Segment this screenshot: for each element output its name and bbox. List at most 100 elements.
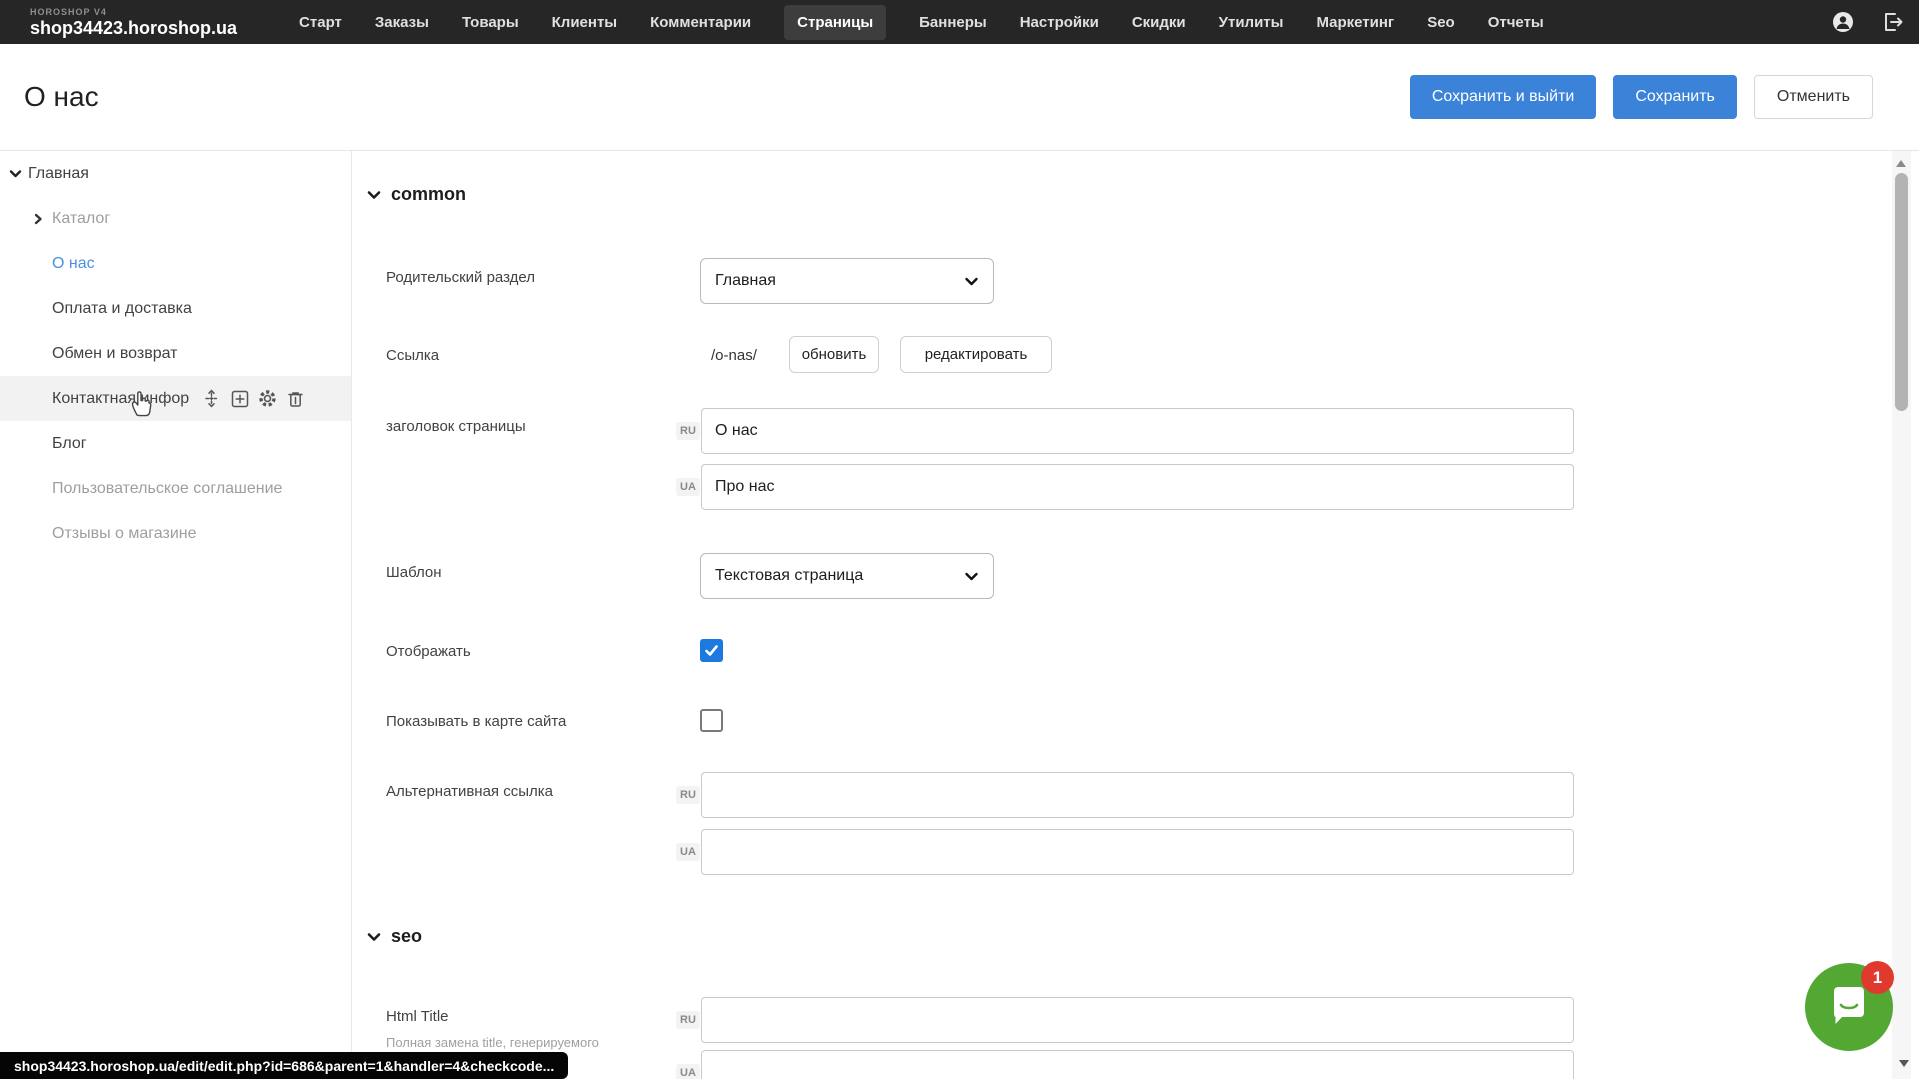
chevron-down-icon (367, 188, 381, 202)
chevron-down-icon[interactable] (9, 167, 22, 180)
tree-item-label: Обмен и возврат (52, 345, 177, 363)
add-page-icon[interactable] (230, 389, 249, 408)
trash-icon[interactable] (286, 389, 305, 408)
tree-item-otzyvy[interactable]: Отзывы о магазине (0, 511, 351, 556)
link-label: Ссылка (386, 347, 439, 364)
html-title-ru-input[interactable] (701, 997, 1574, 1043)
tree-item-label: Оплата и доставка (52, 300, 192, 318)
chevron-down-icon (367, 930, 381, 944)
tree-item-katalog[interactable]: Каталог (0, 196, 351, 241)
tree-item-actions (202, 389, 305, 408)
sitemap-checkbox[interactable] (700, 709, 723, 732)
nav-item-pages[interactable]: Страницы (784, 5, 886, 40)
lang-tag-ru: RU (676, 422, 700, 440)
check-icon (704, 643, 719, 658)
tree-item-kontaktnaya[interactable]: Контактная инфор (0, 376, 351, 421)
tree-item-label: Блог (52, 435, 87, 453)
nav-item-settings[interactable]: Настройки (1020, 5, 1099, 40)
nav-item-marketing[interactable]: Маркетинг (1316, 5, 1394, 40)
nav-item-orders[interactable]: Заказы (375, 5, 429, 40)
nav-item-products[interactable]: Товары (462, 5, 519, 40)
alt-link-ua-row: UA (676, 829, 1574, 875)
tree-item-oplata[interactable]: Оплата и доставка (0, 286, 351, 331)
brand[interactable]: HOROSHOP V4 shop34423.horoshop.ua (30, 8, 237, 37)
nav-item-utilities[interactable]: Утилиты (1219, 5, 1284, 40)
alt-link-ru-row: RU (676, 772, 1574, 818)
save-button[interactable]: Сохранить (1613, 75, 1737, 119)
alt-link-ru-input[interactable] (701, 772, 1574, 818)
nav-item-discounts[interactable]: Скидки (1132, 5, 1186, 40)
alt-link-label: Альтернативная ссылка (386, 783, 553, 800)
tree-item-glavnaya[interactable]: Главная (0, 151, 351, 196)
nav-item-comments[interactable]: Комментарии (650, 5, 751, 40)
tree-item-obmen[interactable]: Обмен и возврат (0, 331, 351, 376)
template-value: Текстовая страница (715, 567, 863, 585)
vertical-scrollbar[interactable] (1892, 151, 1911, 1079)
chevron-down-icon (964, 274, 979, 289)
link-path-value: /o-nas/ (711, 347, 757, 364)
html-title-label: Html Title (386, 1008, 449, 1025)
nav-item-reports[interactable]: Отчеты (1488, 5, 1544, 40)
page-title-ru-row: RU (676, 408, 1574, 454)
tree-item-label: Пользовательское соглашение (52, 480, 282, 498)
gear-icon[interactable] (258, 389, 277, 408)
page-header: О нас Сохранить и выйти Сохранить Отмени… (0, 44, 1919, 151)
scrollbar-thumb[interactable] (1895, 173, 1908, 411)
scroll-down-arrow-icon[interactable] (1899, 1060, 1909, 1067)
tree-item-label: Каталог (52, 210, 110, 228)
page-title-ru-input[interactable] (701, 408, 1574, 454)
top-bar: HOROSHOP V4 shop34423.horoshop.ua Старт … (0, 0, 1919, 44)
display-checkbox[interactable] (700, 639, 723, 662)
tree-item-label: О нас (52, 255, 95, 273)
tree-item-label: Главная (28, 165, 89, 183)
link-refresh-button[interactable]: обновить (789, 336, 879, 373)
main-nav: Старт Заказы Товары Клиенты Комментарии … (299, 5, 1544, 40)
brand-domain: shop34423.horoshop.ua (30, 19, 237, 37)
nav-item-clients[interactable]: Клиенты (552, 5, 617, 40)
scroll-up-arrow-icon[interactable] (1896, 160, 1906, 167)
brand-version: HOROSHOP V4 (30, 8, 237, 17)
chevron-down-icon (964, 569, 979, 584)
account-icon[interactable] (1831, 10, 1855, 34)
html-title-hint: Полная замена title, генерируемого (386, 1035, 599, 1050)
display-label: Отображать (386, 643, 471, 660)
page-title-ua-row: UA (676, 464, 1574, 510)
nav-item-start[interactable]: Старт (299, 5, 342, 40)
topbar-right (1831, 10, 1905, 34)
link-preview-statusbar: shop34423.horoshop.ua/edit/edit.php?id=6… (0, 1052, 568, 1079)
template-label: Шаблон (386, 564, 442, 581)
section-common-toggle[interactable]: common (367, 184, 466, 205)
chat-unread-badge: 1 (1861, 961, 1894, 994)
template-select[interactable]: Текстовая страница (700, 553, 994, 599)
page-title: О нас (24, 81, 99, 113)
tree-item-blog[interactable]: Блог (0, 421, 351, 466)
pages-tree-sidebar: Главная Каталог О нас Оплата и доставка … (0, 151, 352, 1079)
tree-item-o-nas[interactable]: О нас (0, 241, 351, 286)
sitemap-label: Показывать в карте сайта (386, 713, 566, 730)
lang-tag-ua: UA (676, 843, 700, 861)
parent-section-value: Главная (715, 272, 776, 290)
alt-link-ua-input[interactable] (701, 829, 1574, 875)
page-title-ua-input[interactable] (701, 464, 1574, 510)
mouse-cursor-hand (128, 389, 155, 423)
tree-item-label: Контактная инфор (52, 390, 189, 408)
save-and-exit-button[interactable]: Сохранить и выйти (1410, 75, 1597, 119)
lang-tag-ru: RU (676, 786, 700, 804)
lang-tag-ua: UA (676, 1064, 700, 1079)
section-seo-toggle[interactable]: seo (367, 926, 422, 947)
nav-item-banners[interactable]: Баннеры (919, 5, 987, 40)
cancel-button[interactable]: Отменить (1754, 75, 1873, 119)
html-title-ru-row: RU (676, 997, 1574, 1043)
link-edit-button[interactable]: редактировать (900, 336, 1052, 373)
logout-icon[interactable] (1881, 10, 1905, 34)
tree-item-label: Отзывы о магазине (52, 525, 197, 543)
html-title-ua-input[interactable] (701, 1050, 1574, 1079)
nav-item-seo[interactable]: Seo (1427, 5, 1455, 40)
parent-section-label: Родительский раздел (386, 269, 535, 286)
move-icon[interactable] (202, 389, 221, 408)
page-title-label: заголовок страницы (386, 418, 526, 435)
header-buttons: Сохранить и выйти Сохранить Отменить (1410, 75, 1873, 119)
tree-item-soglashenie[interactable]: Пользовательское соглашение (0, 466, 351, 511)
chevron-right-icon[interactable] (32, 213, 44, 225)
parent-section-select[interactable]: Главная (700, 258, 994, 304)
